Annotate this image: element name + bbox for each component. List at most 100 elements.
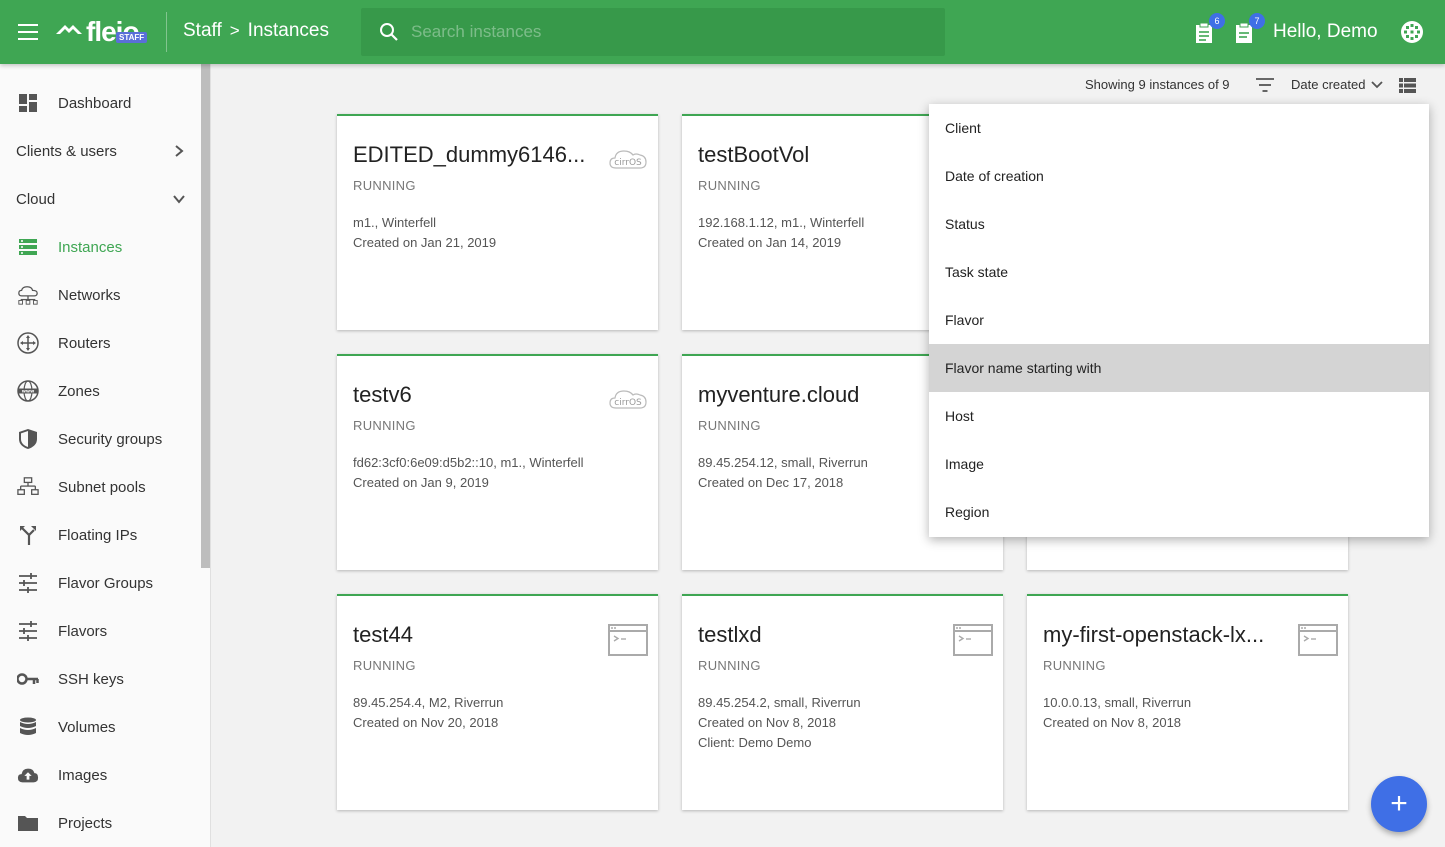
instance-status: RUNNING [698,658,761,673]
filter-icon[interactable] [1256,78,1274,92]
fork-icon [17,524,39,546]
shield-icon [17,428,39,450]
instance-status: RUNNING [353,178,416,193]
instance-created: Created on Nov 8, 2018 [1043,715,1182,730]
sidebar-item-security-groups[interactable]: Security groups [0,415,200,463]
sort-dropdown[interactable]: Date created [1291,77,1384,92]
filter-menu-item[interactable]: Flavor name starting with [929,344,1429,392]
sidebar-item-flavor-groups[interactable]: Flavor Groups [0,559,200,607]
cloud-network-icon [17,284,39,306]
dashboard-icon [17,92,39,114]
filter-menu-item[interactable]: Date of creation [929,152,1429,200]
sidebar: Dashboard Clients & users Cloud Instance… [0,64,211,847]
sidebar-scrollbar[interactable] [201,64,210,568]
filter-menu-item[interactable]: Status [929,200,1429,248]
instance-card[interactable]: test44 RUNNING 89.45.254.4, M2, Riverrun Cr… [337,594,658,810]
sidebar-item-ssh-keys[interactable]: SSH keys [0,655,200,703]
sidebar-item-networks[interactable]: Networks [0,271,200,319]
router-icon [17,332,39,354]
instance-details: m1., Winterfell [353,215,437,230]
user-greeting[interactable]: Hello, Demo [1273,21,1378,43]
breadcrumb-instances: Instances [247,20,329,41]
instance-status: RUNNING [1043,658,1106,673]
www-globe-icon: www [17,380,39,402]
filter-menu-item[interactable]: Region [929,488,1429,536]
instance-created: Created on Nov 8, 2018 [698,715,837,730]
instance-details: 10.0.0.13, small, Riverrun [1043,695,1192,710]
tune-icon [17,620,39,642]
menu-icon[interactable] [18,24,38,40]
instance-details: 89.45.254.12, small, Riverrun [698,455,868,470]
sidebar-item-clients-users[interactable]: Clients & users [0,127,200,175]
sidebar-item-label: Zones [58,382,100,400]
instance-client: Client: Demo Demo [698,735,812,750]
sidebar-item-instances[interactable]: Instances [0,223,200,271]
instance-card[interactable]: EDITED_dummy6146... RUNNING m1., Winterfel… [337,114,658,330]
instance-name: testv6 [353,382,412,407]
sidebar-item-label: Projects [58,814,113,832]
tune-icon [17,572,39,594]
instance-status: RUNNING [698,178,761,193]
top-app-bar: fleio STAFF Staff > Instances 6 7 [0,0,1445,64]
instance-name: my-first-openstack-lx... [1043,622,1265,647]
instance-card[interactable]: testv6 RUNNING fd62:3cf0:6e09:d5b2::10, m1… [337,354,658,570]
sidebar-item-images[interactable]: Images [0,751,200,799]
breadcrumb-separator: > [229,21,240,40]
terminal-icon [1298,624,1338,656]
sidebar-item-label: Routers [58,334,111,352]
notifications-button[interactable]: 6 [1193,13,1225,44]
sort-label: Date created [1291,77,1366,92]
chevron-down-icon [1371,80,1384,88]
sidebar-item-routers[interactable]: Routers [0,319,200,367]
staff-badge: STAFF [116,32,148,43]
avatar[interactable] [1400,20,1424,44]
filter-menu-item[interactable]: Client [929,104,1429,152]
sidebar-item-label: Images [58,766,108,784]
sidebar-item-label: Flavor Groups [58,574,154,592]
terminal-icon [608,624,648,656]
cirros-logo-icon: cirrOS [609,150,647,169]
logo[interactable]: fleio STAFF [54,14,148,50]
list-view-icon[interactable] [1399,78,1416,93]
instance-name: test44 [353,622,413,647]
sidebar-item-flavors[interactable]: Flavors [0,607,200,655]
cirros-logo-icon: cirrOS [609,390,647,409]
filter-menu-item[interactable]: Image [929,440,1429,488]
cloud-upload-icon [17,764,39,786]
tasks-button[interactable]: 7 [1233,13,1265,44]
filter-menu-item[interactable]: Flavor [929,296,1429,344]
sidebar-item-label: Clients & users [16,142,117,160]
instance-created: Created on Dec 17, 2018 [698,475,844,490]
sidebar-item-label: Networks [58,286,121,304]
breadcrumb-staff[interactable]: Staff [183,20,222,42]
instances-icon [17,236,39,258]
tasks-badge: 7 [1249,13,1265,29]
instance-card[interactable]: testlxd RUNNING 89.45.254.2, small, Riverr… [682,594,1003,810]
sidebar-item-zones[interactable]: www Zones [0,367,200,415]
search-input[interactable] [411,22,911,42]
chevron-right-icon [175,145,184,157]
svg-text:www: www [22,390,34,395]
instance-name: EDITED_dummy6146... [353,142,586,167]
terminal-icon [953,624,993,656]
filter-menu-item[interactable]: Task state [929,248,1429,296]
instance-count: Showing 9 instances of 9 [1085,77,1230,92]
sidebar-item-projects[interactable]: Projects [0,799,200,847]
sidebar-item-label: Floating IPs [58,526,138,544]
sidebar-item-cloud[interactable]: Cloud [0,175,200,223]
key-icon [17,668,39,690]
sidebar-item-floating-ips[interactable]: Floating IPs [0,511,200,559]
filter-menu-item[interactable]: Host [929,392,1429,440]
instance-details: 89.45.254.2, small, Riverrun [698,695,861,710]
instance-created: Created on Jan 9, 2019 [353,475,489,490]
add-instance-button[interactable]: + [1371,776,1427,832]
sitemap-icon [17,476,39,498]
sidebar-item-dashboard[interactable]: Dashboard [0,79,200,127]
sidebar-item-volumes[interactable]: Volumes [0,703,200,751]
sidebar-item-subnet-pools[interactable]: Subnet pools [0,463,200,511]
database-icon [17,716,39,738]
fleio-logo-icon [56,25,82,34]
instance-card[interactable]: my-first-openstack-lx... RUNNING 10.0.0.13… [1027,594,1348,810]
instance-details: 89.45.254.4, M2, Riverrun [353,695,504,710]
breadcrumb: Staff > Instances [183,20,329,42]
